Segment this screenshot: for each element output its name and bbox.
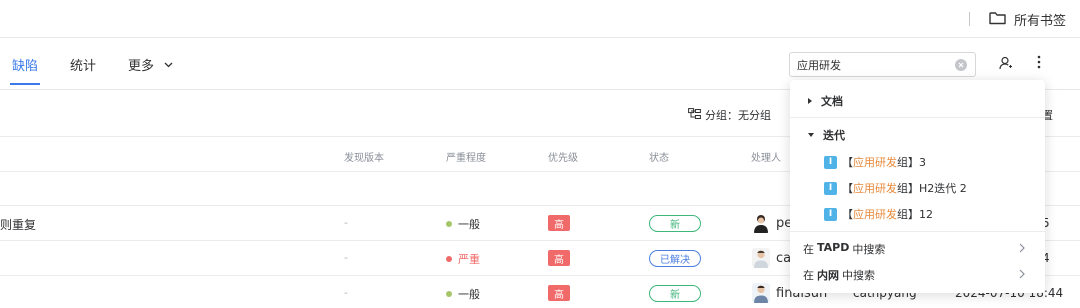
folder-icon	[989, 11, 1006, 28]
tab-defects[interactable]: 缺陷	[9, 55, 41, 85]
group-by-label: 分组：无分组	[705, 109, 771, 122]
section-docs-label: 文档	[821, 95, 843, 108]
severity-label: 一般	[458, 218, 480, 231]
handler[interactable]: pe	[752, 213, 792, 233]
close-icon	[958, 62, 964, 68]
clear-search-button[interactable]	[955, 59, 967, 71]
iteration-item[interactable]: I 【应用研发组】12	[824, 206, 933, 222]
top-bar: 所有书签	[0, 0, 1080, 38]
avatar	[752, 248, 770, 268]
user-filter-icon[interactable]	[999, 56, 1013, 73]
iteration-icon: I	[824, 155, 837, 169]
status-badge[interactable]: 新	[649, 215, 701, 232]
iteration-icon: I	[824, 181, 837, 195]
column-header-version[interactable]: 发现版本	[344, 149, 384, 164]
handler-name: ca	[776, 250, 792, 266]
priority-badge[interactable]: 高	[548, 250, 570, 266]
severity-dot	[446, 221, 452, 227]
iteration-name: 【应用研发组】H2迭代 2	[842, 182, 967, 195]
found-version: -	[344, 286, 348, 299]
column-header-status[interactable]: 状态	[649, 149, 669, 164]
column-header-priority[interactable]: 优先级	[548, 149, 578, 164]
status-badge[interactable]: 新	[649, 285, 701, 302]
found-version: -	[344, 216, 348, 229]
severity[interactable]: 一般	[446, 286, 480, 302]
bookmarks-label: 所有书签	[1014, 14, 1067, 29]
group-icon	[688, 107, 701, 123]
section-iterations-label: 迭代	[823, 129, 845, 142]
iteration-item[interactable]: I 【应用研发组】H2迭代 2	[824, 180, 967, 196]
search-in-intranet-label: 在内网 中搜索	[803, 269, 875, 282]
avatar	[752, 213, 770, 233]
search-in-tapd-label: 在 TAPD 中搜索	[803, 241, 886, 256]
tab-more[interactable]: 更多	[128, 55, 173, 74]
iteration-name: 【应用研发组】12	[842, 208, 933, 221]
priority-badge[interactable]: 高	[548, 215, 570, 231]
search-box	[789, 52, 976, 77]
column-header-handler[interactable]: 处理人	[751, 149, 781, 164]
tab-statistics[interactable]: 统计	[70, 55, 96, 74]
caret-down-icon	[808, 133, 814, 137]
tab-more-label: 更多	[128, 59, 155, 74]
more-vertical-icon[interactable]	[1037, 55, 1041, 72]
chevron-right-icon	[1019, 242, 1025, 256]
severity-dot	[446, 291, 452, 297]
search-in-tapd[interactable]: 在 TAPD 中搜索	[790, 232, 1045, 262]
iteration-icon: I	[824, 207, 837, 221]
iteration-name: 【应用研发组】3	[842, 156, 926, 169]
severity-label: 一般	[458, 288, 480, 301]
found-version: -	[344, 251, 348, 264]
severity[interactable]: 一般	[446, 216, 480, 232]
defect-title[interactable]: 则重复	[0, 216, 36, 233]
divider	[790, 117, 1045, 118]
section-iterations[interactable]: 迭代	[808, 127, 845, 143]
group-by-button[interactable]: 分组：无分组	[688, 107, 771, 123]
chevron-right-icon	[1019, 268, 1025, 282]
status-badge[interactable]: 已解决	[649, 250, 701, 267]
priority-badge[interactable]: 高	[548, 285, 570, 301]
column-header-severity[interactable]: 严重程度	[446, 149, 486, 164]
severity-dot	[446, 256, 452, 262]
handler[interactable]: ca	[752, 248, 791, 268]
search-in-intranet[interactable]: 在内网 中搜索	[790, 260, 1045, 290]
section-docs[interactable]: 文档	[808, 93, 843, 109]
chevron-down-icon	[164, 57, 173, 72]
search-dropdown: 文档 迭代 I 【应用研发组】3 I 【应用研发组】H2迭代 2 I 【应用研发…	[790, 80, 1045, 293]
severity[interactable]: 严重	[446, 251, 480, 267]
avatar	[752, 283, 770, 303]
search-input[interactable]	[797, 58, 947, 71]
all-bookmarks-button[interactable]: 所有书签	[989, 10, 1066, 29]
caret-right-icon	[808, 98, 812, 104]
severity-label: 严重	[458, 253, 480, 266]
iteration-item[interactable]: I 【应用研发组】3	[824, 154, 926, 170]
divider	[969, 12, 970, 26]
